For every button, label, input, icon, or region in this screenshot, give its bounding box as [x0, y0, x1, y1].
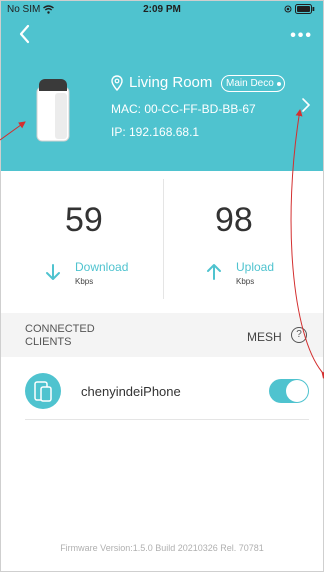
client-toggle[interactable] — [269, 379, 309, 403]
section-title: CONNECTED CLIENTS — [25, 323, 95, 348]
download-value: 59 — [65, 201, 103, 239]
role-badge-label: Main Deco — [226, 78, 274, 89]
battery-icon — [295, 4, 315, 15]
client-row[interactable]: chenyindeiPhone — [1, 367, 323, 417]
badge-dot-icon — [276, 82, 281, 86]
row-divider — [25, 419, 309, 420]
connected-clients-header: CONNECTED CLIENTS MESH ? — [1, 313, 323, 357]
help-icon[interactable]: ? — [291, 327, 307, 343]
mesh-label: MESH — [247, 330, 282, 344]
upload-label: Upload — [236, 260, 275, 274]
more-options-icon[interactable]: ••• — [290, 27, 313, 45]
mac-address: MAC: 00-CC-FF-BD-BB-67 — [111, 102, 256, 116]
speed-stats: 59 Download Kbps 98 Upload Kbps — [1, 171, 323, 311]
download-arrow-icon — [46, 264, 60, 280]
device-name: Living Room — [129, 74, 213, 91]
status-bar: No SIM 2:09 PM — [1, 1, 323, 19]
upload-value: 98 — [215, 201, 253, 239]
ip-address: IP: 192.168.68.1 — [111, 125, 200, 139]
device-header: ••• Living Room Main Deco MAC: 00-CC-FF-… — [1, 19, 323, 171]
back-icon[interactable] — [15, 23, 35, 45]
deco-device-image — [36, 79, 70, 142]
upload-arrow-icon — [207, 264, 221, 280]
phone-client-icon — [25, 373, 61, 409]
download-label: Download — [75, 260, 129, 274]
stats-divider — [163, 179, 164, 299]
client-name: chenyindeiPhone — [81, 384, 181, 399]
chevron-right-icon[interactable] — [301, 97, 311, 113]
firmware-version: Firmware Version:1.5.0 Build 20210326 Re… — [60, 543, 264, 553]
location-status-icon — [284, 5, 292, 13]
status-right — [284, 4, 315, 15]
status-time: 2:09 PM — [143, 4, 181, 15]
download-unit: Kbps — [75, 277, 94, 286]
app-frame: No SIM 2:09 PM ••• Living Room Main Deco… — [0, 0, 324, 572]
location-pin-icon — [111, 75, 123, 91]
role-badge: Main Deco — [221, 75, 285, 92]
upload-unit: Kbps — [236, 277, 255, 286]
toggle-knob — [286, 380, 308, 402]
